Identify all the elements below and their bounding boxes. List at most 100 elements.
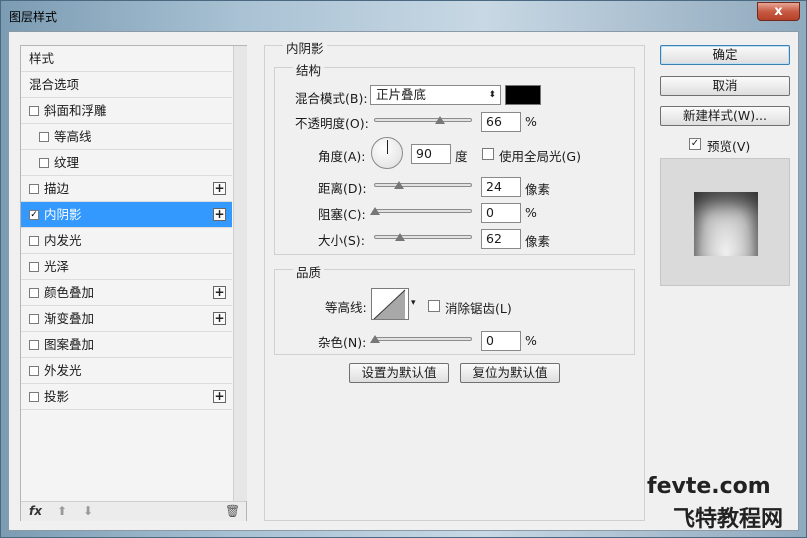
move-up-icon[interactable]: ⬆ xyxy=(57,504,67,518)
choke-input[interactable]: 0 xyxy=(481,203,521,223)
size-slider-thumb[interactable] xyxy=(394,233,405,241)
style-checkbox[interactable] xyxy=(29,366,39,376)
blend-mode-select[interactable]: 正片叠底 ⬍ xyxy=(370,85,501,105)
style-list-item[interactable]: ✓ 内阴影 + xyxy=(21,202,232,228)
distance-value: 24 xyxy=(486,179,502,194)
style-checkbox[interactable] xyxy=(29,106,39,116)
new-style-button[interactable]: 新建样式(W)... xyxy=(660,106,790,126)
add-effect-icon[interactable]: + xyxy=(213,312,226,325)
choke-unit: % xyxy=(525,205,537,220)
distance-slider[interactable] xyxy=(374,183,472,187)
style-list-item[interactable]: 纹理 xyxy=(21,150,232,176)
angle-unit: 度 xyxy=(455,149,468,164)
angle-dial[interactable] xyxy=(371,137,403,169)
style-list-item-label: 等高线 xyxy=(54,129,92,144)
opacity-label: 不透明度(O): xyxy=(295,116,369,131)
noise-label: 杂色(N): xyxy=(318,335,367,350)
style-list-item-label: 描边 xyxy=(44,181,70,196)
trash-icon[interactable]: 🗑 xyxy=(225,504,240,518)
move-down-icon[interactable]: ⬇ xyxy=(83,504,93,518)
opacity-unit: % xyxy=(525,114,537,129)
fx-icon[interactable]: fx xyxy=(29,504,42,518)
style-list-item-label: 混合选项 xyxy=(29,77,80,92)
add-effect-icon[interactable]: + xyxy=(213,390,226,403)
style-list-footer: fx ⬆ ⬇ 🗑 xyxy=(21,501,246,521)
choke-slider-thumb[interactable] xyxy=(370,207,380,215)
global-light-checkbox[interactable] xyxy=(482,148,494,160)
choke-value: 0 xyxy=(486,205,494,220)
opacity-value: 66 xyxy=(486,114,502,129)
contour-picker[interactable] xyxy=(371,288,409,320)
style-checkbox[interactable]: ✓ xyxy=(29,210,39,220)
style-list-scrollbar[interactable] xyxy=(233,46,247,501)
close-icon: x xyxy=(774,4,783,19)
size-unit: 像素 xyxy=(525,234,551,249)
style-list-item[interactable]: 图案叠加 xyxy=(21,332,232,358)
quality-title: 品质 xyxy=(293,262,325,281)
style-checkbox[interactable] xyxy=(29,236,39,246)
style-list-item[interactable]: 描边 + xyxy=(21,176,232,202)
choke-slider[interactable] xyxy=(374,209,472,213)
style-checkbox[interactable] xyxy=(39,158,49,168)
style-checkbox[interactable] xyxy=(29,314,39,324)
style-list: 样式 混合选项 斜面和浮雕 等高线 纹理 描边 + ✓ 内阴影 + 内发光 光泽 颜色叠加 + 渐变叠加 + 图… xyxy=(20,45,247,521)
select-arrow-icon: ⬍ xyxy=(488,90,496,100)
style-list-item[interactable]: 斜面和浮雕 xyxy=(21,98,232,124)
opacity-slider-thumb[interactable] xyxy=(434,116,445,124)
cancel-button[interactable]: 取消 xyxy=(660,76,790,96)
structure-group: 结构 混合模式(B): 正片叠底 ⬍ 不透明度(O): 66 % 角度(A): xyxy=(274,60,635,255)
noise-slider-thumb[interactable] xyxy=(370,335,380,343)
global-light-label[interactable]: 使用全局光(G) xyxy=(499,146,581,165)
add-effect-icon[interactable]: + xyxy=(213,182,226,195)
site-watermark: fevte.com 飞特教程网 xyxy=(641,471,801,532)
preview-checkbox[interactable]: ✓ xyxy=(689,138,701,150)
blend-mode-value: 正片叠底 xyxy=(376,87,427,102)
distance-input[interactable]: 24 xyxy=(481,177,521,197)
style-list-item[interactable]: 等高线 xyxy=(21,124,232,150)
ok-button[interactable]: 确定 xyxy=(660,45,790,65)
opacity-input[interactable]: 66 xyxy=(481,112,521,132)
style-list-item-label: 斜面和浮雕 xyxy=(44,103,107,118)
antialias-checkbox[interactable] xyxy=(428,300,440,312)
style-list-item[interactable]: 渐变叠加 + xyxy=(21,306,232,332)
style-checkbox[interactable] xyxy=(29,262,39,272)
choke-label: 阻塞(C): xyxy=(318,207,366,222)
style-checkbox[interactable] xyxy=(29,392,39,402)
size-slider[interactable] xyxy=(374,235,472,239)
style-list-item-label: 投影 xyxy=(44,389,70,404)
style-checkbox[interactable] xyxy=(29,340,39,350)
angle-label: 角度(A): xyxy=(318,149,366,164)
window-title: 图层样式 xyxy=(9,10,58,24)
size-input[interactable]: 62 xyxy=(481,229,521,249)
noise-value: 0 xyxy=(486,333,494,348)
dialog-client: 样式 混合选项 斜面和浮雕 等高线 纹理 描边 + ✓ 内阴影 + 内发光 光泽 颜色叠加 + 渐变叠加 + 图… xyxy=(8,31,799,531)
add-effect-icon[interactable]: + xyxy=(213,286,226,299)
antialias-label[interactable]: 消除锯齿(L) xyxy=(445,298,512,317)
opacity-slider[interactable] xyxy=(374,118,472,122)
noise-input[interactable]: 0 xyxy=(481,331,521,351)
angle-input[interactable]: 90 xyxy=(411,144,451,164)
distance-slider-thumb[interactable] xyxy=(393,181,404,189)
style-list-item[interactable]: 光泽 xyxy=(21,254,232,280)
add-effect-icon[interactable]: + xyxy=(213,208,226,221)
style-list-item[interactable]: 混合选项 xyxy=(21,72,232,98)
reset-default-button[interactable]: 复位为默认值 xyxy=(460,363,560,383)
style-list-item[interactable]: 样式 xyxy=(21,46,232,72)
style-list-item[interactable]: 颜色叠加 + xyxy=(21,280,232,306)
set-default-button[interactable]: 设置为默认值 xyxy=(349,363,449,383)
shadow-color-swatch[interactable] xyxy=(505,85,541,105)
style-list-item[interactable]: 投影 + xyxy=(21,384,232,410)
style-checkbox[interactable] xyxy=(29,288,39,298)
close-button[interactable]: x xyxy=(757,2,800,21)
style-checkbox[interactable] xyxy=(39,132,49,142)
angle-value: 90 xyxy=(416,146,432,161)
style-list-item-label: 内发光 xyxy=(44,233,82,248)
style-list-item[interactable]: 外发光 xyxy=(21,358,232,384)
style-checkbox[interactable] xyxy=(29,184,39,194)
style-list-item[interactable]: 内发光 xyxy=(21,228,232,254)
preview-label[interactable]: 预览(V) xyxy=(707,136,750,155)
quality-group: 品质 等高线: ▾ 消除锯齿(L) 杂色(N): 0 % xyxy=(274,262,635,355)
noise-slider[interactable] xyxy=(374,337,472,341)
title-bar[interactable]: 图层样式 x xyxy=(1,1,806,31)
contour-dropdown-icon[interactable]: ▾ xyxy=(411,298,416,308)
